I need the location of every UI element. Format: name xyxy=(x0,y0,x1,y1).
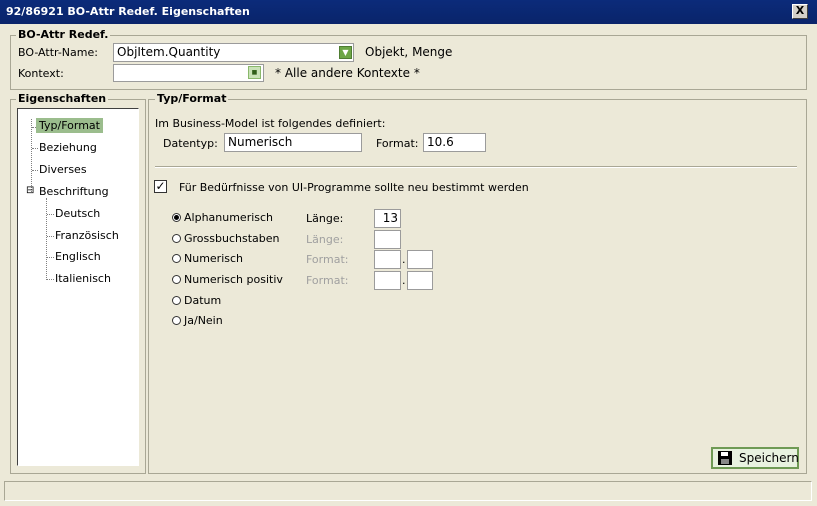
datentyp-label: Datentyp: xyxy=(163,137,218,150)
tree-line xyxy=(47,214,54,215)
tree-line xyxy=(46,198,47,280)
window-title: 92/86921 BO-Attr Redef. Eigenschaften xyxy=(6,5,250,18)
datentyp-field: Numerisch xyxy=(224,133,362,152)
redefine-checkbox[interactable]: ✓ xyxy=(154,180,167,193)
numerisch-format-separator: . xyxy=(402,253,406,266)
tree-line xyxy=(32,148,38,149)
laenge-field-disabled xyxy=(374,230,401,249)
context-label: Kontext: xyxy=(18,67,64,80)
numerisch-positiv-format-dec-field xyxy=(407,271,433,290)
radio-ja-nein-label[interactable]: Ja/Nein xyxy=(184,314,223,327)
properties-tree[interactable]: Typ/Format Beziehung Diverses ⊟ Beschrif… xyxy=(17,108,139,466)
typ-format-group xyxy=(148,99,807,474)
close-button[interactable]: X xyxy=(792,4,808,19)
tree-item-deutsch[interactable]: Deutsch xyxy=(55,207,100,220)
tree-line xyxy=(47,236,54,237)
checkmark-icon: ✓ xyxy=(155,179,166,193)
context-dropdown-icon[interactable]: ■ xyxy=(248,66,261,79)
bo-attr-name-label: BO-Attr-Name: xyxy=(18,46,98,59)
radio-numerisch[interactable] xyxy=(172,254,181,263)
dialog-window: 92/86921 BO-Attr Redef. Eigenschaften X … xyxy=(0,0,817,506)
laenge-label: Länge: xyxy=(306,212,344,225)
tree-item-italienisch[interactable]: Italienisch xyxy=(55,272,111,285)
radio-numerisch-label[interactable]: Numerisch xyxy=(184,252,243,265)
radio-ja-nein[interactable] xyxy=(172,316,181,325)
radio-datum-label[interactable]: Datum xyxy=(184,294,221,307)
tree-item-beschriftung[interactable]: Beschriftung xyxy=(39,185,109,198)
radio-grossbuchstaben-label[interactable]: Grossbuchstaben xyxy=(184,232,279,245)
format-field: 10.6 xyxy=(423,133,486,152)
numerisch-format-dec-field xyxy=(407,250,433,269)
title-bar[interactable]: 92/86921 BO-Attr Redef. Eigenschaften X xyxy=(0,0,817,24)
laenge-value: 13 xyxy=(382,211,398,225)
redefine-checkbox-label: Für Bedürfnisse von UI-Programme sollte … xyxy=(179,181,529,194)
save-button[interactable]: Speichern xyxy=(711,447,799,469)
format-label: Format: xyxy=(376,137,419,150)
tree-line xyxy=(31,119,32,192)
numerisch-positiv-format-int-field xyxy=(374,271,401,290)
tree-item-englisch[interactable]: Englisch xyxy=(55,250,101,263)
numerisch-positiv-format-label: Format: xyxy=(306,274,349,287)
radio-grossbuchstaben[interactable] xyxy=(172,234,181,243)
radio-datum[interactable] xyxy=(172,296,181,305)
properties-group-label: Eigenschaften xyxy=(16,92,109,105)
numerisch-positiv-format-separator: . xyxy=(402,274,406,287)
save-button-label: Speichern xyxy=(739,451,799,465)
format-value: 10.6 xyxy=(427,135,454,149)
radio-alphanumerisch[interactable] xyxy=(172,213,181,222)
tree-item-diverses[interactable]: Diverses xyxy=(39,163,87,176)
tree-item-typ-format[interactable]: Typ/Format xyxy=(36,118,103,133)
context-description: * Alle andere Kontexte * xyxy=(275,66,420,80)
tree-line xyxy=(47,279,54,280)
bo-attr-name-field[interactable]: ObjItem.Quantity xyxy=(113,43,354,62)
radio-numerisch-positiv-label[interactable]: Numerisch positiv xyxy=(184,273,283,286)
radio-alphanumerisch-label[interactable]: Alphanumerisch xyxy=(184,211,273,224)
bo-attr-name-description: Objekt, Menge xyxy=(365,45,453,59)
datentyp-value: Numerisch xyxy=(228,135,293,149)
tree-item-beziehung[interactable]: Beziehung xyxy=(39,141,97,154)
close-icon: X xyxy=(795,4,805,17)
tree-item-franzoesisch[interactable]: Französisch xyxy=(55,229,119,242)
separator xyxy=(155,166,797,168)
bo-attr-name-value: ObjItem.Quantity xyxy=(117,45,221,59)
laenge-field[interactable]: 13 xyxy=(374,209,401,228)
tree-collapse-icon[interactable]: ⊟ xyxy=(26,185,34,196)
bo-attr-name-dropdown-icon[interactable]: ▼ xyxy=(339,46,352,59)
business-model-intro: Im Business-Model ist folgendes definier… xyxy=(155,117,386,130)
tree-line xyxy=(32,170,38,171)
typ-format-group-label: Typ/Format xyxy=(155,92,229,105)
numerisch-format-int-field xyxy=(374,250,401,269)
context-field[interactable] xyxy=(113,64,264,82)
status-bar xyxy=(4,481,812,501)
bo-attr-group-label: BO-Attr Redef. xyxy=(16,28,111,41)
laenge-label-disabled: Länge: xyxy=(306,233,344,246)
numerisch-format-label: Format: xyxy=(306,253,349,266)
tree-line xyxy=(47,257,54,258)
radio-numerisch-positiv[interactable] xyxy=(172,275,181,284)
floppy-disk-icon xyxy=(718,451,732,465)
